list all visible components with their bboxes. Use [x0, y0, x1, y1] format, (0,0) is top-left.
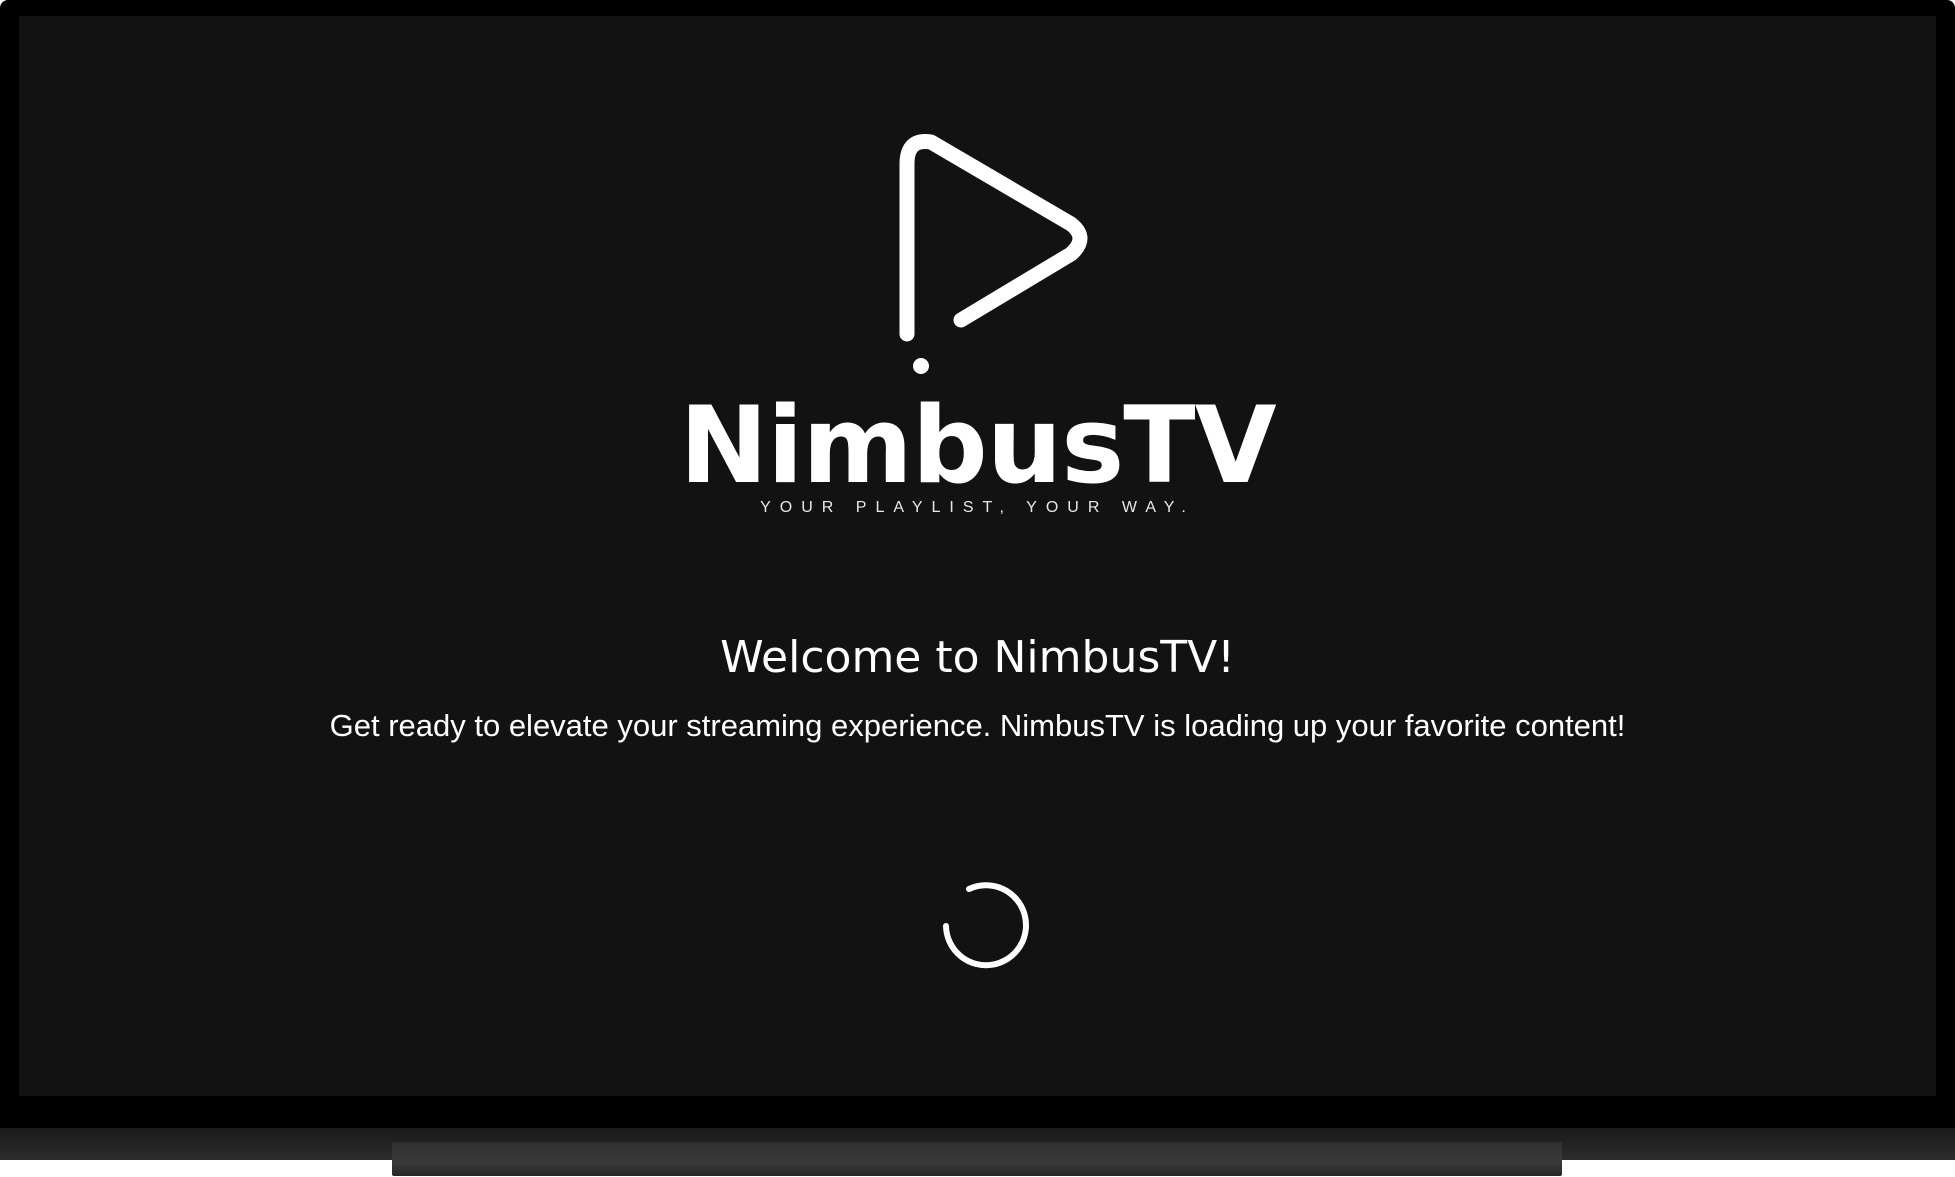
splash-screen: NimbusTV YOUR PLAYLIST, YOUR WAY. Welcom… — [19, 16, 1936, 1096]
tv-stand — [392, 1142, 1562, 1176]
welcome-subtitle: Get ready to elevate your streaming expe… — [329, 708, 1626, 743]
brand-tagline: YOUR PLAYLIST, YOUR WAY. — [760, 499, 1195, 516]
brand-name: NimbusTV — [679, 384, 1276, 507]
welcome-title: Welcome to NimbusTV! — [720, 632, 1235, 683]
play-triangle-icon — [899, 133, 1088, 374]
loading-spinner-icon — [943, 882, 1029, 969]
